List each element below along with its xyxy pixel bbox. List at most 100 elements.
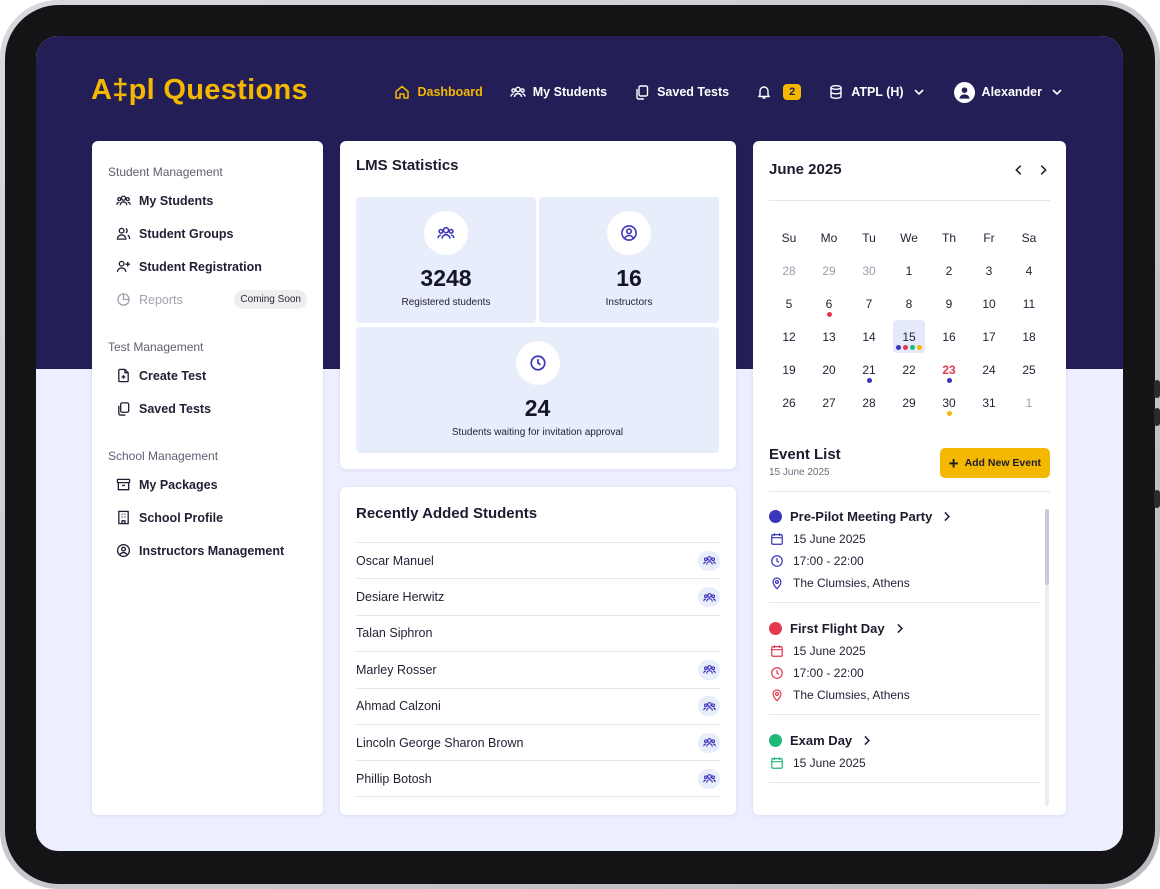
calendar-day[interactable]: 3 <box>969 254 1009 287</box>
calendar-day[interactable]: 17 <box>969 320 1009 353</box>
event-date-row: 15 June 2025 <box>769 756 1040 770</box>
event-title-link[interactable]: First Flight Day <box>769 621 1040 636</box>
event-title: Exam Day <box>790 733 853 748</box>
event-title-link[interactable]: Exam Day <box>769 733 1040 748</box>
volume-down-button <box>1154 408 1160 426</box>
calendar-day[interactable]: 22 <box>889 353 929 386</box>
calendar-icon <box>771 645 783 657</box>
event-dot <box>946 411 952 416</box>
calendar-day[interactable]: 29 <box>809 254 849 287</box>
nav-saved-tests[interactable]: Saved Tests <box>634 84 729 100</box>
calendar-day[interactable]: 21 <box>849 353 889 386</box>
calendar-day[interactable]: 4 <box>1009 254 1049 287</box>
event-title: Pre-Pilot Meeting Party <box>790 509 933 524</box>
student-group-button[interactable] <box>698 659 720 680</box>
calendar-day[interactable]: 7 <box>849 287 889 320</box>
tablet-frame: A‡pl Questions Dashboard My Students Sav… <box>0 0 1160 889</box>
sidebar-item-student-groups[interactable]: Student Groups <box>108 217 307 250</box>
calendar-day[interactable]: 30 <box>929 386 969 419</box>
license-selector[interactable]: ATPL (H) <box>828 84 926 100</box>
stat-icon-wrapper <box>515 341 560 385</box>
day-number: 29 <box>822 263 836 278</box>
calendar-day[interactable]: 20 <box>809 353 849 386</box>
calendar-day[interactable]: 31 <box>969 386 1009 419</box>
calendar-day-selected[interactable]: 15 <box>889 320 929 353</box>
calendar-day[interactable]: 27 <box>809 386 849 419</box>
table-row[interactable]: Lincoln George Sharon Brown <box>356 723 720 760</box>
sidebar-item-student-registration[interactable]: Student Registration <box>108 250 307 283</box>
calendar-day[interactable]: 6 <box>809 287 849 320</box>
calendar-day[interactable]: 11 <box>1009 287 1049 320</box>
day-number: 28 <box>782 263 796 278</box>
calendar-day[interactable]: 19 <box>769 353 809 386</box>
calendar-day[interactable]: 28 <box>849 386 889 419</box>
sidebar-item-saved-tests[interactable]: Saved Tests <box>108 392 307 425</box>
calendar-day[interactable]: 8 <box>889 287 929 320</box>
user-menu[interactable]: Alexander <box>953 81 1065 103</box>
calendar-day[interactable]: 26 <box>769 386 809 419</box>
notification-count-badge: 2 <box>783 84 802 100</box>
event-title: First Flight Day <box>790 621 885 636</box>
weekday-label: Fr <box>983 230 995 245</box>
sidebar-item-reports: Reports Coming Soon <box>108 283 307 316</box>
calendar-day[interactable]: 9 <box>929 287 969 320</box>
sidebar-item-school-profile[interactable]: School Profile <box>108 501 307 534</box>
event-title-link[interactable]: Pre-Pilot Meeting Party <box>769 509 1040 524</box>
calendar-day[interactable]: 23 <box>929 353 969 386</box>
add-new-event-button[interactable]: + Add New Event <box>939 448 1050 478</box>
chevron-down-icon <box>913 89 924 96</box>
calendar-day[interactable]: 1 <box>889 254 929 287</box>
calendar-day[interactable]: 14 <box>849 320 889 353</box>
next-month-button[interactable] <box>1036 163 1050 177</box>
calendar-day[interactable]: 29 <box>889 386 929 419</box>
calendar-day[interactable]: 5 <box>769 287 809 320</box>
sidebar-item-my-packages[interactable]: My Packages <box>108 468 307 501</box>
sidebar-item-instructors-management[interactable]: Instructors Management <box>108 534 307 567</box>
scrollbar-thumb[interactable] <box>1045 509 1049 585</box>
event-list: Pre-Pilot Meeting Party 15 June 2025 17:00… <box>769 491 1040 783</box>
waiting-students-value: 24 <box>524 395 551 421</box>
sidebar-item-create-test[interactable]: Create Test <box>108 359 307 392</box>
waiting-students-stat: 24 Students waiting for invitation appro… <box>356 327 719 453</box>
calendar-day[interactable]: 13 <box>809 320 849 353</box>
notifications-button[interactable]: 2 <box>756 84 802 100</box>
event-list-date: 15 June 2025 <box>769 467 830 478</box>
nav-my-students[interactable]: My Students <box>510 84 607 100</box>
table-row[interactable]: Phillip Botosh <box>356 760 720 797</box>
table-row[interactable]: Desiare Herwitz <box>356 578 720 614</box>
user-group-icon <box>116 227 131 240</box>
app-logo[interactable]: A‡pl Questions <box>91 74 308 107</box>
table-row[interactable]: Marley Rosser <box>356 651 720 687</box>
calendar-day[interactable]: 10 <box>969 287 1009 320</box>
student-group-button[interactable] <box>698 587 720 608</box>
day-number: 28 <box>862 395 876 410</box>
event-date: 15 June 2025 <box>793 532 866 546</box>
calendar-day[interactable]: 25 <box>1009 353 1049 386</box>
student-group-button[interactable] <box>698 768 720 789</box>
users-icon <box>702 738 716 747</box>
calendar-day[interactable]: 24 <box>969 353 1009 386</box>
calendar-day[interactable]: 18 <box>1009 320 1049 353</box>
student-group-button[interactable] <box>698 550 720 571</box>
event-list-scrollbar[interactable] <box>1045 509 1049 806</box>
nav-dashboard[interactable]: Dashboard <box>394 84 483 100</box>
top-navigation: Dashboard My Students Saved Tests 2 ATPL… <box>367 80 1065 104</box>
student-group-button[interactable] <box>698 732 720 753</box>
table-row[interactable]: Oscar Manuel <box>356 542 720 578</box>
users-icon <box>116 195 131 206</box>
event-dot <box>917 345 922 350</box>
table-row[interactable]: Talan Siphron <box>356 614 720 651</box>
prev-month-button[interactable] <box>1012 163 1026 177</box>
calendar-day[interactable]: 1 <box>1009 386 1049 419</box>
table-row[interactable]: Ahmad Calzoni <box>356 687 720 724</box>
calendar-day[interactable]: 28 <box>769 254 809 287</box>
calendar-day[interactable]: 12 <box>769 320 809 353</box>
calendar-day[interactable]: 30 <box>849 254 889 287</box>
student-group-button[interactable] <box>698 696 720 717</box>
sidebar-item-my-students[interactable]: My Students <box>108 184 307 217</box>
chevron-right-icon <box>896 623 903 634</box>
day-number: 30 <box>942 395 956 410</box>
calendar-day[interactable]: 2 <box>929 254 969 287</box>
calendar-day[interactable]: 16 <box>929 320 969 353</box>
day-number: 20 <box>822 362 836 377</box>
